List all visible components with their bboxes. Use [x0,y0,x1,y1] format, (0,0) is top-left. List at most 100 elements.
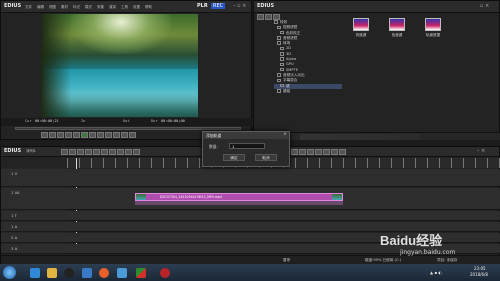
tray-icons[interactable]: ▲ ▪ ◐ [430,270,442,275]
window-controls[interactable]: – ▫ × [233,3,246,9]
settings-icon[interactable] [331,149,338,155]
clip-thumbnail [332,194,342,200]
track-lane[interactable] [67,211,500,221]
menu-bar: 文件 编辑 视图 素材 标记 模式 采集 渲染 工具 设置 帮助 [25,4,157,10]
export-icon[interactable] [299,149,306,155]
clock-time[interactable]: 23:05 [474,266,486,271]
cut-icon[interactable] [101,149,108,155]
menu-item[interactable]: 采集 [97,5,104,9]
fast-forward-icon[interactable] [97,132,104,138]
tree-item[interactable]: 键组 [274,89,342,94]
snap-icon[interactable] [315,149,322,155]
mode-rec[interactable]: REC [211,3,226,9]
save-icon[interactable] [77,149,84,155]
ok-button[interactable]: 确定 [223,154,245,161]
folder-taskbar-icon[interactable] [47,268,57,278]
jog-slider[interactable] [15,127,241,130]
menu-item[interactable]: 文件 [25,5,32,9]
firefox-icon[interactable] [99,268,109,278]
menu-item[interactable]: 素材 [61,5,68,9]
mode-plr[interactable]: PLR [197,3,208,9]
render-icon[interactable] [291,149,298,155]
menu-item[interactable]: 渲染 [109,5,116,9]
delete-icon[interactable] [125,149,132,155]
timeline-toolbar [61,149,141,155]
count-input[interactable]: 1 [229,143,265,149]
flag-icon[interactable] [136,268,146,278]
effect-item-luma-key[interactable]: 亮度键 [350,18,372,38]
stop-icon[interactable] [57,132,64,138]
video-clip[interactable]: DSC07304_1611054415M13_MP4.mp4 [135,193,343,201]
open-icon[interactable] [69,149,76,155]
menu-item[interactable]: 模式 [85,5,92,9]
paste-icon[interactable] [117,149,124,155]
track-header[interactable]: 1 VA [1,188,67,210]
new-sequence-icon[interactable] [61,149,68,155]
track-1v: 1 V [1,169,500,187]
baidu-watermark: Baidu经验 jingyan.baidu.com [376,230,496,262]
effects-window-controls[interactable]: ▫ × [480,3,489,9]
set-in-icon[interactable] [41,132,48,138]
ripple-icon[interactable] [133,149,140,155]
cancel-button[interactable]: 取消 [255,154,277,161]
redo-icon[interactable] [93,149,100,155]
tab-strip[interactable] [300,134,420,140]
dialog-titlebar: 添加轨道 × [203,132,289,139]
app-icon[interactable] [117,268,127,278]
cur-timecode[interactable]: 00:00:00;21 [35,119,59,123]
sequence-tab[interactable]: 序列1 [26,149,35,153]
dialog-close-icon[interactable]: × [283,132,287,137]
qq-icon[interactable] [64,268,74,278]
rewind-icon[interactable] [65,132,72,138]
copy-icon[interactable] [109,149,116,155]
track-header[interactable]: 3 A [1,244,67,254]
start-button-icon[interactable] [3,266,16,279]
menu-item[interactable]: 视图 [49,5,56,9]
track-header[interactable]: 1 V [1,169,67,187]
marker-icon[interactable] [323,149,330,155]
track-header[interactable]: 2 A [1,233,67,243]
play-icon[interactable] [81,132,88,138]
track-header[interactable]: 1 A [1,222,67,232]
clip-thumbnail [136,194,146,200]
track-1va: 1 VA DSC07304_1611054415M13_MP4.mp4 [1,188,500,210]
help-icon[interactable] [339,149,346,155]
baidu-url: jingyan.baidu.com [400,249,456,256]
overwrite-icon[interactable] [121,132,128,138]
audio-waveform[interactable] [135,201,343,205]
count-value: 1 [232,144,235,149]
prev-frame-icon[interactable] [73,132,80,138]
video-preview [41,14,198,117]
add-track-dialog: 添加轨道 × 数量: 1 确定 取消 [202,131,290,167]
record-icon[interactable] [160,268,170,278]
track-header[interactable]: 1 T [1,211,67,221]
mixer-icon[interactable] [307,149,314,155]
media-player-icon[interactable] [82,268,92,278]
menu-item[interactable]: 编辑 [37,5,44,9]
menu-icon[interactable] [129,132,136,138]
menu-item[interactable]: 标记 [73,5,80,9]
effects-window: EDIUS ▫ × 特效 视频滤镜 色彩校正 音频滤镜 转场 2D 3D Alp… [253,0,500,140]
loop-icon[interactable] [105,132,112,138]
effects-titlebar: EDIUS ▫ × [254,1,499,13]
timecode-bar: Cur 00:00:00;21 In Out Dur 00:00:00;00 [1,118,253,126]
menu-item[interactable]: 帮助 [145,5,152,9]
set-out-icon[interactable] [49,132,56,138]
effect-item-track-matte[interactable]: 轨道遮罩 [422,18,444,38]
undo-icon[interactable] [85,149,92,155]
clock-date[interactable]: 2018/6/8 [470,272,488,277]
insert-icon[interactable] [113,132,120,138]
menu-item[interactable]: 设置 [133,5,140,9]
dur-timecode[interactable]: 00:00:00;00 [161,119,185,123]
track-lane[interactable] [67,169,500,187]
dur-label: Dur [151,119,158,123]
next-frame-icon[interactable] [89,132,96,138]
search-icon[interactable] [265,14,272,20]
ie-icon[interactable] [30,268,40,278]
folder-icon[interactable] [257,14,264,20]
timeline-window-controls[interactable]: – × [477,148,485,154]
player-titlebar: EDIUS 文件 编辑 视图 素材 标记 模式 采集 渲染 工具 设置 帮助 PLR REC – ▫… [1,1,251,13]
effect-thumbnail-icon [389,18,405,31]
menu-item[interactable]: 工具 [121,5,128,9]
effect-item-chroma-key[interactable]: 色度键 [386,18,408,38]
